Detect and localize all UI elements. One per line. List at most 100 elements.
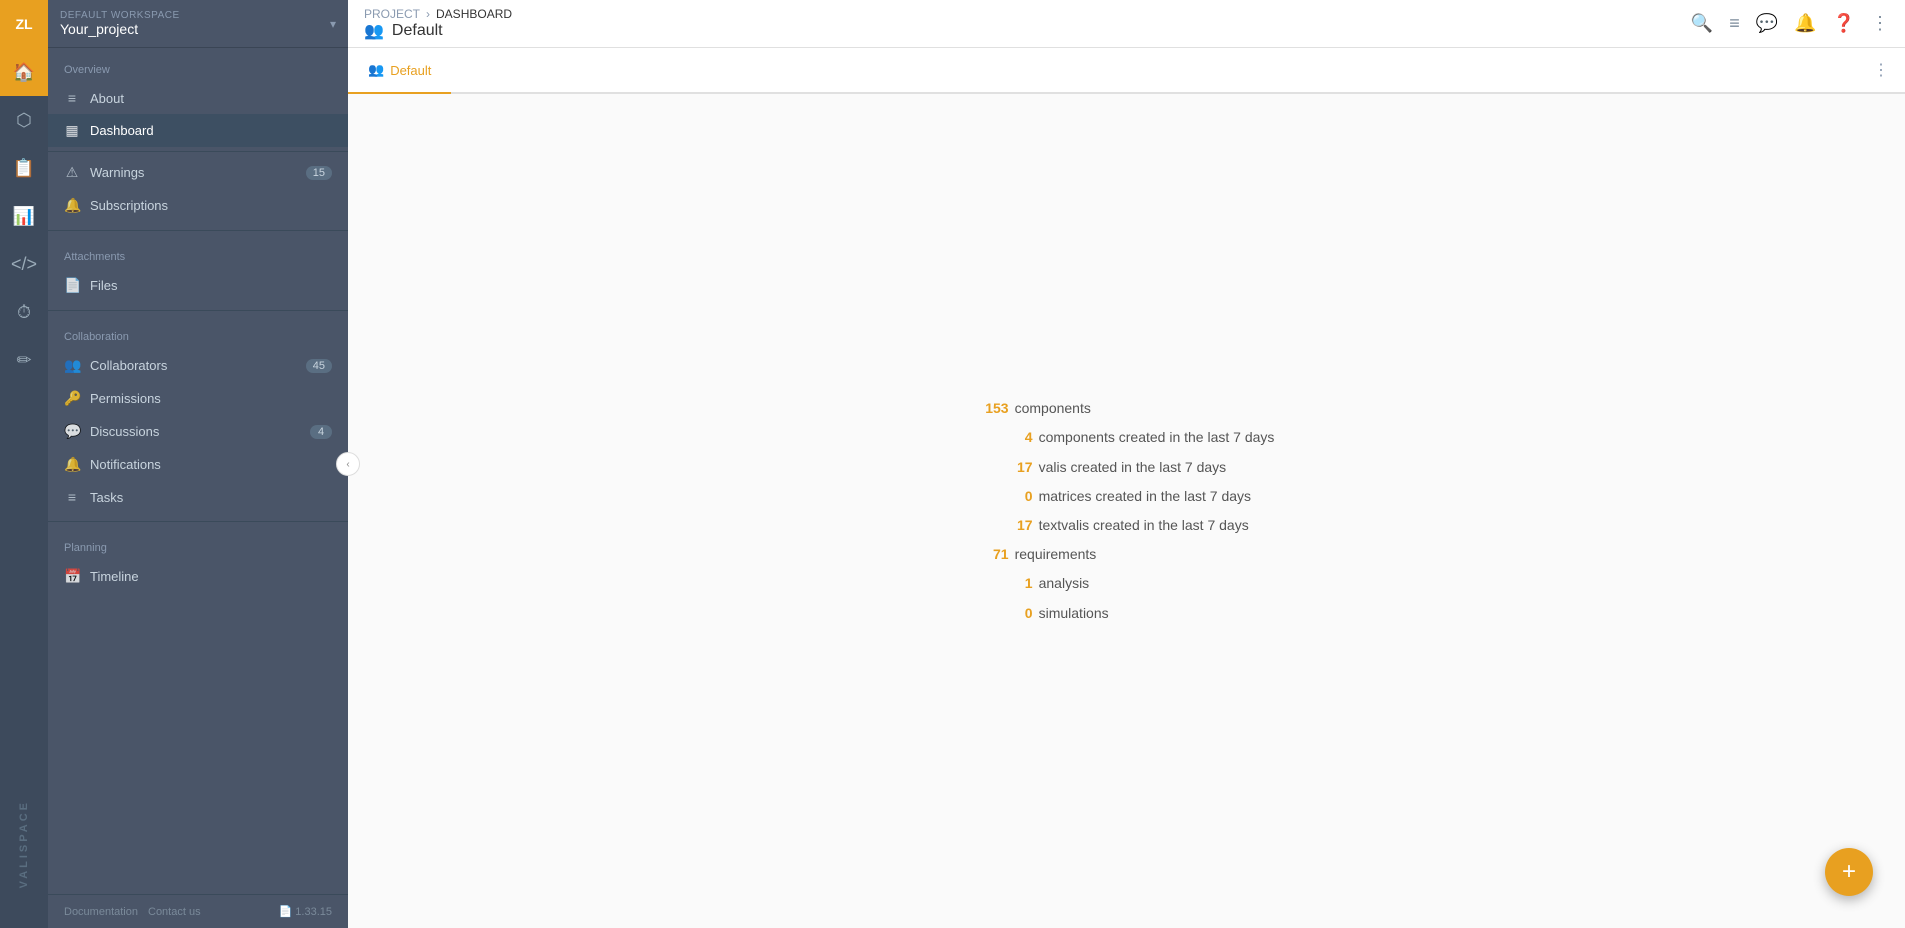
permissions-label: Permissions bbox=[90, 391, 332, 406]
dashboard-icon: ▦ bbox=[64, 122, 80, 139]
timeline-label: Timeline bbox=[90, 569, 332, 584]
workspace-label: DEFAULT WORKSPACE bbox=[60, 10, 180, 21]
fab-button[interactable]: + bbox=[1825, 848, 1873, 896]
stat-num-requirements: 71 bbox=[979, 542, 1009, 567]
stat-components-created: 4 components created in the last 7 days bbox=[979, 425, 1275, 450]
workspace-info: DEFAULT WORKSPACE Your_project bbox=[60, 10, 180, 37]
nav-clock[interactable]: ⏱ bbox=[0, 288, 48, 336]
stat-num-analysis: 1 bbox=[1003, 571, 1033, 596]
stat-label-components-created: components created in the last 7 days bbox=[1039, 425, 1275, 450]
about-icon: ≡ bbox=[64, 90, 80, 106]
nav-edit[interactable]: ✏ bbox=[0, 336, 48, 384]
timeline-icon: 📅 bbox=[64, 568, 80, 585]
sidebar-item-collaborators[interactable]: 👥 Collaborators 45 bbox=[48, 349, 348, 382]
topbar-left: PROJECT › DASHBOARD 👥 Default bbox=[364, 7, 512, 41]
tab-default-icon: 👥 bbox=[368, 62, 384, 78]
overview-section: Overview ≡ About ▦ Dashboard ⚠ Warnings … bbox=[48, 48, 348, 226]
about-label: About bbox=[90, 91, 332, 106]
collaboration-section-title: Collaboration bbox=[48, 331, 348, 349]
sidebar-item-timeline[interactable]: 📅 Timeline bbox=[48, 560, 348, 593]
collaborators-icon: 👥 bbox=[64, 357, 80, 374]
page-title: Default bbox=[392, 22, 443, 40]
discussions-label: Discussions bbox=[90, 424, 310, 439]
discussions-icon: 💬 bbox=[64, 423, 80, 440]
stat-matrices: 0 matrices created in the last 7 days bbox=[979, 484, 1275, 509]
sidebar-item-about[interactable]: ≡ About bbox=[48, 82, 348, 114]
stat-label-textvalis: textvalis created in the last 7 days bbox=[1039, 513, 1249, 538]
stat-num-simulations: 0 bbox=[1003, 601, 1033, 626]
documentation-link[interactable]: Documentation bbox=[64, 906, 138, 918]
more-icon[interactable]: ⋮ bbox=[1871, 13, 1889, 34]
topbar-icons: 🔍 ≡ 💬 🔔 ❓ ⋮ bbox=[1691, 13, 1889, 34]
tab-bar: 👥 Default ⋮ bbox=[348, 48, 1905, 94]
sidebar-item-discussions[interactable]: 💬 Discussions 4 bbox=[48, 415, 348, 448]
breadcrumb-separator: › bbox=[426, 7, 430, 21]
divider-4 bbox=[48, 521, 348, 522]
breadcrumb-project: PROJECT bbox=[364, 7, 420, 21]
overview-section-title: Overview bbox=[48, 64, 348, 82]
topbar: PROJECT › DASHBOARD 👥 Default 🔍 ≡ 💬 🔔 ❓ … bbox=[348, 0, 1905, 48]
stat-num-components-created: 4 bbox=[1003, 425, 1033, 450]
stat-valis: 17 valis created in the last 7 days bbox=[979, 455, 1275, 480]
files-icon: 📄 bbox=[64, 277, 80, 294]
help-icon[interactable]: ❓ bbox=[1833, 13, 1855, 34]
search-icon[interactable]: 🔍 bbox=[1691, 13, 1713, 34]
tab-more-button[interactable]: ⋮ bbox=[1857, 48, 1905, 92]
workspace-header[interactable]: DEFAULT WORKSPACE Your_project ▾ bbox=[48, 0, 348, 48]
notifications-icon: 🔔 bbox=[64, 456, 80, 473]
avatar[interactable]: ZL bbox=[0, 0, 48, 48]
attachments-section: Attachments 📄 Files bbox=[48, 235, 348, 306]
stat-num-components: 153 bbox=[979, 396, 1009, 421]
breadcrumb: PROJECT › DASHBOARD bbox=[364, 7, 512, 21]
tab-default[interactable]: 👥 Default bbox=[348, 48, 451, 94]
stat-components: 153 components bbox=[979, 396, 1275, 421]
workspace-name: Your_project bbox=[60, 21, 180, 37]
nav-code[interactable]: </> bbox=[0, 240, 48, 288]
stat-label-simulations: simulations bbox=[1039, 601, 1109, 626]
subscriptions-label: Subscriptions bbox=[90, 198, 332, 213]
nav-tasks[interactable]: 📋 bbox=[0, 144, 48, 192]
planning-section: Planning 📅 Timeline bbox=[48, 526, 348, 597]
sidebar-wrapper: DEFAULT WORKSPACE Your_project ▾ Overvie… bbox=[48, 0, 348, 928]
stat-label-components: components bbox=[1015, 396, 1091, 421]
chat-icon[interactable]: 💬 bbox=[1756, 13, 1778, 34]
sidebar-item-subscriptions[interactable]: 🔔 Subscriptions bbox=[48, 189, 348, 222]
warnings-icon: ⚠ bbox=[64, 164, 80, 181]
contact-link[interactable]: Contact us bbox=[148, 906, 201, 918]
files-label: Files bbox=[90, 278, 332, 293]
divider-3 bbox=[48, 310, 348, 311]
warnings-label: Warnings bbox=[90, 165, 306, 180]
page-title-row: 👥 Default bbox=[364, 21, 512, 41]
sidebar-footer: Documentation Contact us 📄 1.33.15 bbox=[48, 894, 348, 928]
bell-icon[interactable]: 🔔 bbox=[1794, 13, 1816, 34]
stat-num-textvalis: 17 bbox=[1003, 513, 1033, 538]
stat-label-requirements: requirements bbox=[1015, 542, 1097, 567]
sidebar-item-permissions[interactable]: 🔑 Permissions bbox=[48, 382, 348, 415]
workspace-dropdown-icon[interactable]: ▾ bbox=[330, 17, 336, 31]
collaborators-badge: 45 bbox=[306, 359, 332, 373]
content-area: 153 components 4 components created in t… bbox=[348, 94, 1905, 928]
sidebar-item-dashboard[interactable]: ▦ Dashboard bbox=[48, 114, 348, 147]
sidebar-collapse-button[interactable]: ‹ bbox=[336, 452, 360, 476]
sidebar-item-tasks[interactable]: ≡ Tasks bbox=[48, 481, 348, 513]
stat-num-valis: 17 bbox=[1003, 455, 1033, 480]
stat-label-matrices: matrices created in the last 7 days bbox=[1039, 484, 1251, 509]
nav-home[interactable]: 🏠 bbox=[0, 48, 48, 96]
list-icon[interactable]: ≡ bbox=[1729, 13, 1740, 34]
divider-1 bbox=[48, 151, 348, 152]
stat-simulations: 0 simulations bbox=[979, 601, 1275, 626]
dashboard-label: Dashboard bbox=[90, 123, 332, 138]
stat-analysis: 1 analysis bbox=[979, 571, 1275, 596]
tasks-icon: ≡ bbox=[64, 489, 80, 505]
footer-links: Documentation Contact us bbox=[64, 906, 201, 918]
stat-label-analysis: analysis bbox=[1039, 571, 1090, 596]
brand: VALISPACE bbox=[0, 800, 48, 888]
collaborators-label: Collaborators bbox=[90, 358, 306, 373]
sidebar-item-notifications[interactable]: 🔔 Notifications bbox=[48, 448, 348, 481]
collaboration-section: Collaboration 👥 Collaborators 45 🔑 Permi… bbox=[48, 315, 348, 517]
nav-components[interactable]: ⬡ bbox=[0, 96, 48, 144]
sidebar: DEFAULT WORKSPACE Your_project ▾ Overvie… bbox=[48, 0, 348, 928]
sidebar-item-warnings[interactable]: ⚠ Warnings 15 bbox=[48, 156, 348, 189]
nav-analytics[interactable]: 📊 bbox=[0, 192, 48, 240]
sidebar-item-files[interactable]: 📄 Files bbox=[48, 269, 348, 302]
